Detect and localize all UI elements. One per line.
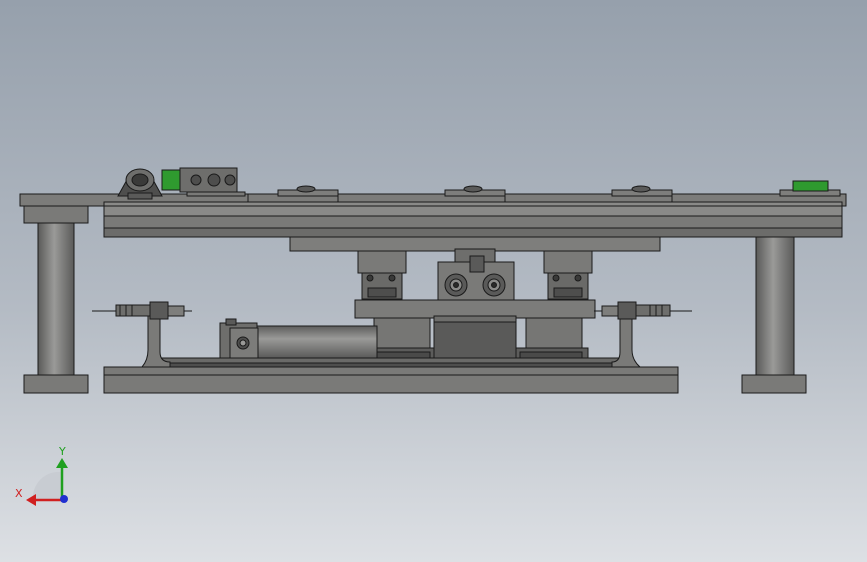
middle-carriage-plate [354, 299, 596, 319]
upper-guide-block-right [543, 250, 593, 300]
axis-y-label: Y [58, 445, 66, 458]
z-axis-dot [60, 495, 68, 503]
cad-viewport[interactable]: Y X [0, 0, 867, 562]
upper-guide-block-left [357, 250, 407, 300]
top-plate [19, 193, 847, 238]
viewport-background [0, 0, 867, 562]
center-motor-housing [433, 315, 517, 361]
base-plate [103, 366, 679, 394]
axis-x-label: X [15, 487, 23, 500]
green-sensor-right [792, 180, 829, 192]
